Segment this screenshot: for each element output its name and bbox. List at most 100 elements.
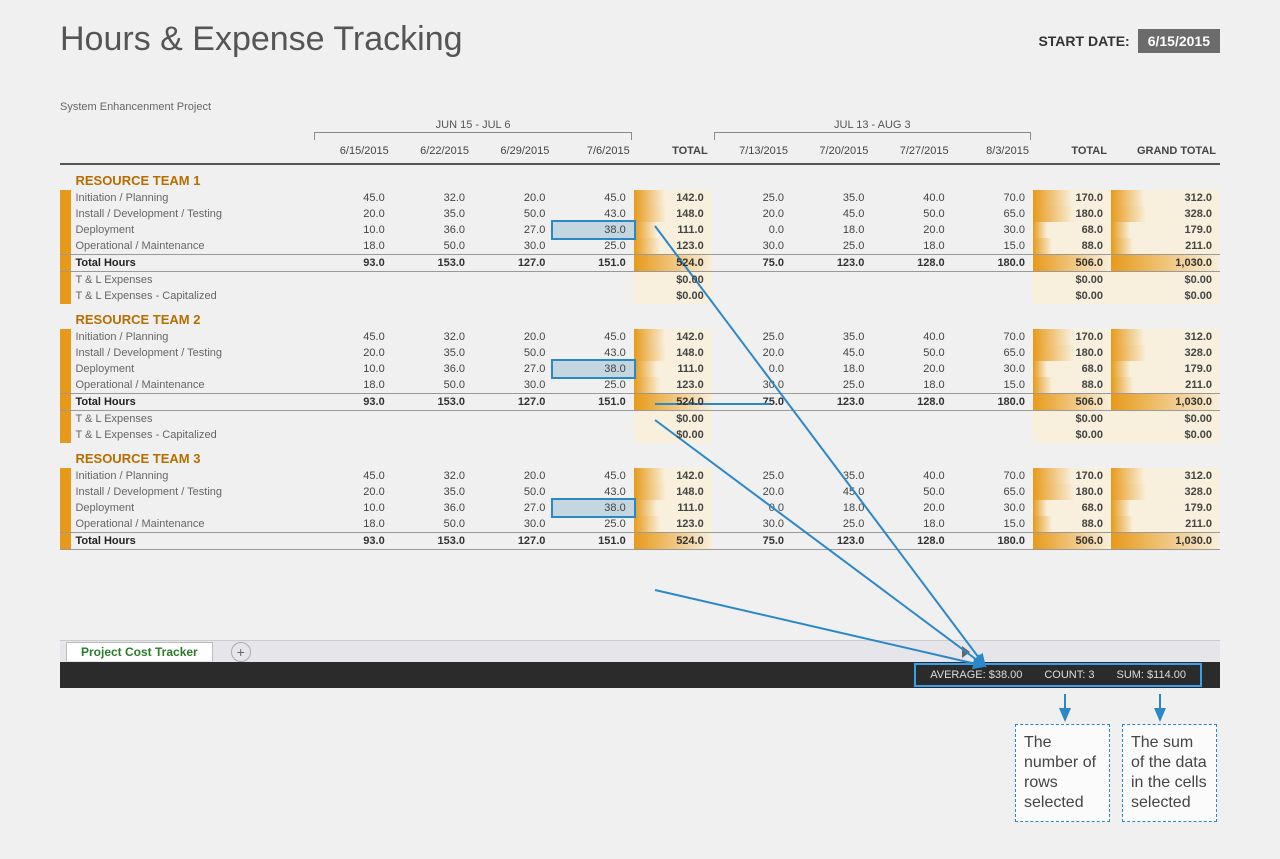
total-cell[interactable]: 170.0	[1033, 329, 1111, 345]
total-cell[interactable]: 179.0	[1111, 500, 1220, 516]
data-cell[interactable]: 35.0	[393, 206, 473, 222]
data-cell[interactable]: 50.0	[473, 484, 553, 500]
total-cell[interactable]: 312.0	[1111, 329, 1220, 345]
total-cell[interactable]: 148.0	[634, 345, 712, 361]
row-label[interactable]: Install / Development / Testing	[71, 345, 312, 361]
total-cell[interactable]: 211.0	[1111, 516, 1220, 533]
data-cell[interactable]: 70.0	[953, 329, 1033, 345]
data-cell[interactable]: 35.0	[393, 484, 473, 500]
data-cell[interactable]: 45.0	[312, 329, 392, 345]
data-cell[interactable]: 18.0	[872, 377, 952, 394]
total-cell[interactable]: 148.0	[634, 206, 712, 222]
data-cell[interactable]: 40.0	[872, 468, 952, 484]
data-cell[interactable]: 20.0	[473, 190, 553, 206]
data-cell[interactable]: 153.0	[393, 394, 473, 411]
row-label[interactable]: Operational / Maintenance	[71, 377, 312, 394]
total-cell[interactable]: $0.00	[1033, 411, 1111, 428]
data-cell[interactable]: 50.0	[473, 345, 553, 361]
total-cell[interactable]: $0.00	[634, 411, 712, 428]
total-cell[interactable]: 179.0	[1111, 361, 1220, 377]
data-cell[interactable]: 151.0	[553, 255, 633, 272]
data-cell[interactable]: 25.0	[553, 377, 633, 394]
total-cell[interactable]: 88.0	[1033, 377, 1111, 394]
data-cell[interactable]: 18.0	[312, 238, 392, 255]
data-cell[interactable]: 40.0	[872, 190, 952, 206]
row-label[interactable]: Install / Development / Testing	[71, 206, 312, 222]
total-cell[interactable]: 506.0	[1033, 394, 1111, 411]
data-cell[interactable]: 30.0	[953, 361, 1033, 377]
data-cell[interactable]: 38.0	[553, 222, 633, 238]
data-cell[interactable]: 20.0	[312, 484, 392, 500]
data-cell[interactable]: 75.0	[712, 533, 792, 550]
col-date[interactable]: 7/13/2015	[712, 141, 792, 164]
sheet-tab-bar[interactable]: Project Cost Tracker +	[60, 640, 1220, 662]
total-cell[interactable]: 524.0	[634, 533, 712, 550]
row-label[interactable]: Operational / Maintenance	[71, 238, 312, 255]
data-cell[interactable]: 50.0	[393, 377, 473, 394]
row-label[interactable]: Deployment	[71, 222, 312, 238]
total-cell[interactable]: $0.00	[1033, 272, 1111, 289]
data-cell[interactable]: 10.0	[312, 222, 392, 238]
data-cell[interactable]: 127.0	[473, 533, 553, 550]
data-cell[interactable]: 18.0	[872, 238, 952, 255]
team-header[interactable]: RESOURCE TEAM 3	[71, 443, 1220, 468]
total-cell[interactable]: 180.0	[1033, 484, 1111, 500]
data-cell[interactable]: 20.0	[712, 206, 792, 222]
data-cell[interactable]: 65.0	[953, 484, 1033, 500]
total-cell[interactable]: 148.0	[634, 484, 712, 500]
data-cell[interactable]: 128.0	[872, 533, 952, 550]
data-cell[interactable]: 153.0	[393, 255, 473, 272]
scroll-right-icon[interactable]	[962, 646, 970, 658]
total-cell[interactable]: $0.00	[1111, 411, 1220, 428]
data-cell[interactable]: 30.0	[712, 377, 792, 394]
row-label[interactable]: T & L Expenses - Capitalized	[71, 427, 312, 443]
data-cell[interactable]: 36.0	[393, 500, 473, 516]
data-cell[interactable]: 20.0	[872, 222, 952, 238]
data-cell[interactable]: 32.0	[393, 190, 473, 206]
total-cell[interactable]: 68.0	[1033, 500, 1111, 516]
data-cell[interactable]: 180.0	[953, 394, 1033, 411]
data-cell[interactable]: 38.0	[553, 500, 633, 516]
data-cell[interactable]: 18.0	[792, 500, 872, 516]
col-date[interactable]: 8/3/2015	[953, 141, 1033, 164]
total-cell[interactable]: $0.00	[1033, 288, 1111, 304]
data-cell[interactable]: 45.0	[792, 206, 872, 222]
data-cell[interactable]: 30.0	[473, 516, 553, 533]
data-cell[interactable]: 43.0	[553, 206, 633, 222]
data-cell[interactable]: 0.0	[712, 222, 792, 238]
row-label[interactable]: T & L Expenses	[71, 411, 312, 428]
data-cell[interactable]: 153.0	[393, 533, 473, 550]
col-date[interactable]: 6/15/2015	[312, 141, 392, 164]
col-grand-total[interactable]: GRAND TOTAL	[1111, 141, 1220, 164]
data-cell[interactable]: 151.0	[553, 533, 633, 550]
col-date[interactable]: 7/20/2015	[792, 141, 872, 164]
data-cell[interactable]: 18.0	[792, 222, 872, 238]
data-cell[interactable]: 32.0	[393, 329, 473, 345]
data-cell[interactable]: 10.0	[312, 500, 392, 516]
data-cell[interactable]: 35.0	[393, 345, 473, 361]
data-cell[interactable]: 40.0	[872, 329, 952, 345]
data-cell[interactable]: 25.0	[712, 468, 792, 484]
data-cell[interactable]: 0.0	[712, 361, 792, 377]
total-cell[interactable]: 68.0	[1033, 361, 1111, 377]
total-cell[interactable]: 1,030.0	[1111, 394, 1220, 411]
row-label[interactable]: Install / Development / Testing	[71, 484, 312, 500]
data-cell[interactable]: 50.0	[872, 484, 952, 500]
total-cell[interactable]: $0.00	[634, 427, 712, 443]
row-label[interactable]: Initiation / Planning	[71, 468, 312, 484]
total-cell[interactable]: 111.0	[634, 222, 712, 238]
data-cell[interactable]: 30.0	[712, 238, 792, 255]
total-cell[interactable]: 1,030.0	[1111, 533, 1220, 550]
data-cell[interactable]: 50.0	[872, 206, 952, 222]
total-cell[interactable]: $0.00	[634, 272, 712, 289]
data-cell[interactable]: 127.0	[473, 255, 553, 272]
data-cell[interactable]: 36.0	[393, 361, 473, 377]
col-date[interactable]: 7/6/2015	[553, 141, 633, 164]
total-cell[interactable]: 1,030.0	[1111, 255, 1220, 272]
col-date[interactable]: 6/29/2015	[473, 141, 553, 164]
data-cell[interactable]: 128.0	[872, 255, 952, 272]
data-cell[interactable]: 36.0	[393, 222, 473, 238]
data-cell[interactable]: 35.0	[792, 190, 872, 206]
data-cell[interactable]: 93.0	[312, 533, 392, 550]
data-cell[interactable]: 25.0	[712, 329, 792, 345]
